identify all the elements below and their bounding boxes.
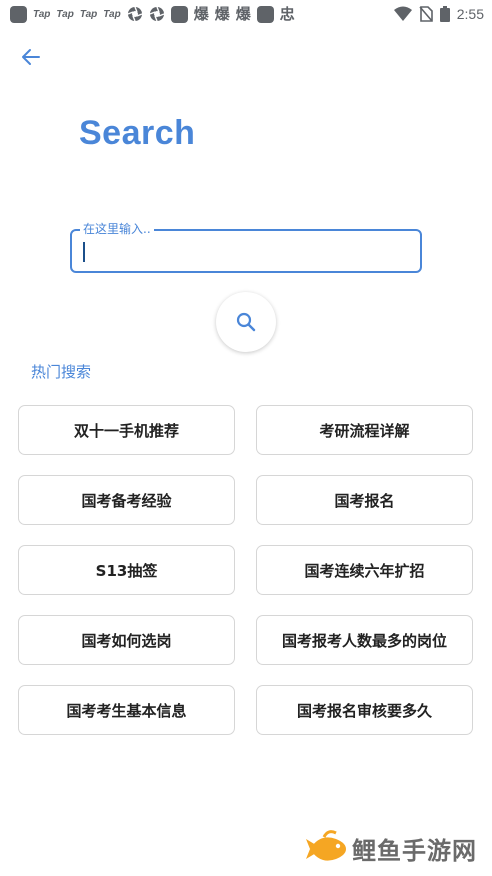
no-sim-icon [419,6,433,22]
hot-search-chip[interactable]: 国考报名 [256,475,473,525]
watermark-text: 鲤鱼手游网 [352,836,477,865]
aperture-icon [127,6,142,22]
tap-notification: Tap [56,8,74,20]
hot-search-chip[interactable]: 考研流程详解 [256,405,473,455]
hot-search-chip[interactable]: S13抽签 [18,545,235,595]
fish-logo-icon [306,830,346,861]
aperture-icon [149,6,164,22]
back-button[interactable] [18,44,44,70]
hot-search-chip[interactable]: 国考考生基本信息 [18,685,235,735]
app-notification: 爆 [214,5,230,23]
app-notification: 忠 [279,5,295,23]
app-notification: 爆 [193,5,209,23]
hot-search-chip[interactable]: 双十一手机推荐 [18,405,235,455]
tap-notification: Tap [33,8,51,20]
search-icon [236,312,256,332]
hot-search-chip[interactable]: 国考连续六年扩招 [256,545,473,595]
watermark: 鲤鱼手游网 [306,829,477,867]
app-notification: 爆 [235,5,251,23]
notification-icon [10,5,27,23]
hot-search-chip[interactable]: 国考报考人数最多的岗位 [256,615,473,665]
search-button[interactable] [216,292,276,352]
search-field[interactable]: 在这里输入.. [70,222,422,273]
notification-icon [170,5,188,23]
text-cursor [83,242,85,262]
battery-icon [439,6,450,22]
clock: 2:55 [456,6,484,22]
wifi-icon [393,6,412,21]
arrow-left-icon [22,49,40,65]
search-input[interactable] [72,231,420,271]
hot-search-chip[interactable]: 国考备考经验 [18,475,235,525]
tap-notification: Tap [79,8,98,20]
page-title: Search [79,114,196,152]
status-bar: Tap Tap Tap Tap 爆 爆 爆 忠 2:55 [0,0,492,28]
hot-search-chip[interactable]: 国考报名审核要多久 [256,685,473,735]
tap-notification: Tap [103,8,121,20]
hot-search-chip[interactable]: 国考如何选岗 [18,615,235,665]
notification-icon [256,5,274,23]
hot-search-label: 热门搜索 [31,363,92,381]
